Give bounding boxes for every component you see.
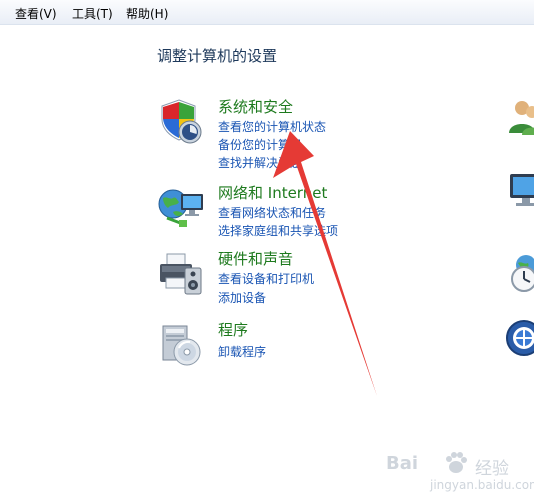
watermark-sub: 经验 [475, 459, 509, 479]
page-title: 调整计算机的设置 [157, 47, 278, 65]
link-uninstall-program[interactable]: 卸载程序 [218, 343, 266, 360]
category-hardware-sound-title[interactable]: 硬件和声音 [218, 248, 293, 269]
link-backup-computer[interactable]: 备份您的计算机 [218, 136, 302, 153]
ease-of-access-icon[interactable] [504, 318, 534, 358]
category-network-internet-title[interactable]: 网络和 Internet [218, 182, 327, 203]
link-homegroup-sharing[interactable]: 选择家庭组和共享选项 [218, 222, 338, 239]
category-programs-title[interactable]: 程序 [218, 319, 248, 340]
watermark-url: jingyan.baidu.com [430, 478, 534, 492]
link-devices-printers[interactable]: 查看设备和打印机 [218, 270, 314, 287]
category-system-security-title[interactable]: 系统和安全 [218, 96, 293, 117]
shield-security-icon[interactable] [157, 97, 205, 145]
link-network-status[interactable]: 查看网络状态和任务 [218, 204, 326, 221]
link-view-computer-status[interactable]: 查看您的计算机状态 [218, 118, 326, 135]
printer-speaker-icon[interactable] [157, 250, 205, 298]
baidu-paw-icon [446, 452, 467, 473]
menu-view[interactable]: 查看(V) [15, 5, 57, 22]
network-globe-icon[interactable] [157, 184, 205, 232]
user-accounts-icon[interactable] [504, 97, 534, 137]
programs-disc-icon[interactable] [157, 320, 205, 368]
menu-tools[interactable]: 工具(T) [72, 5, 113, 22]
appearance-monitor-icon[interactable] [504, 170, 534, 210]
link-add-device[interactable]: 添加设备 [218, 289, 266, 306]
menu-bar: 查看(V) 工具(T) 帮助(H) [0, 0, 534, 25]
link-troubleshoot[interactable]: 查找并解决问题 [218, 154, 302, 171]
clock-language-icon[interactable] [504, 253, 534, 293]
menu-help[interactable]: 帮助(H) [126, 5, 168, 22]
watermark-brand: Bai [386, 453, 419, 474]
